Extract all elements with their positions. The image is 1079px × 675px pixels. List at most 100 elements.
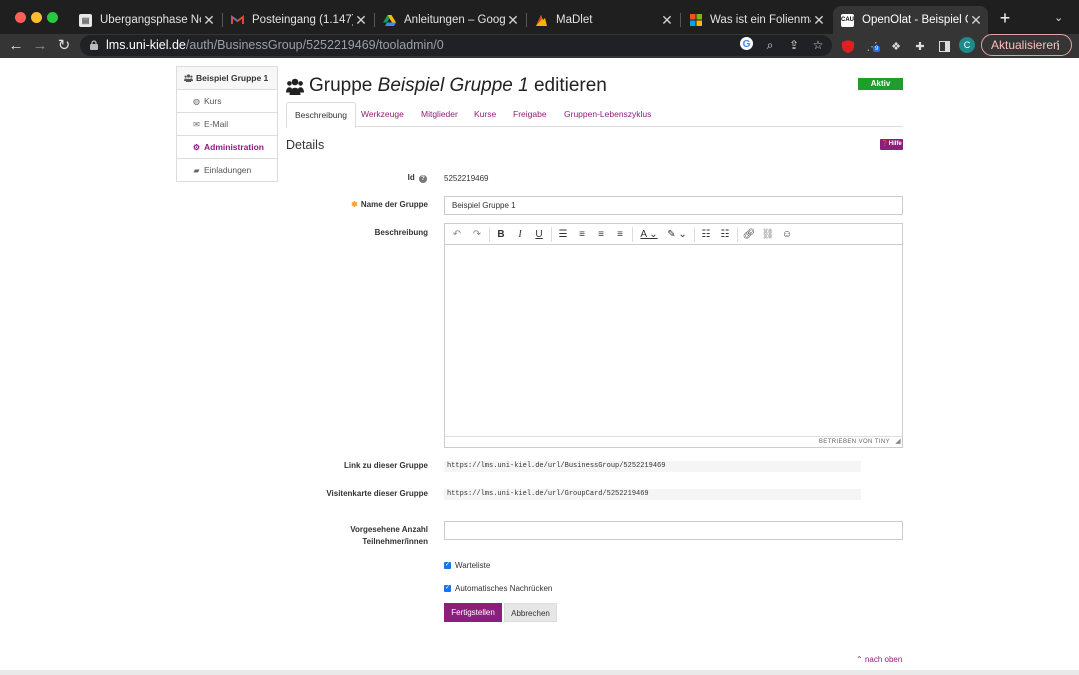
card-label: Visitenkarte dieser Gruppe	[326, 489, 428, 498]
sidebar-group-title[interactable]: Beispiel Gruppe 1	[177, 67, 277, 90]
autofill-checkbox[interactable]: ✓	[444, 585, 451, 592]
close-tab-icon[interactable]: ✕	[505, 12, 521, 29]
numbered-list-icon[interactable]: ☷	[718, 228, 732, 241]
cancel-button[interactable]: Abbrechen	[504, 603, 557, 622]
waitlist-checkbox[interactable]: ✓	[444, 562, 451, 569]
address-bar[interactable]: lms.uni-kiel.de/auth/BusinessGroup/52522…	[80, 35, 832, 56]
close-tab-icon[interactable]: ✕	[811, 12, 827, 29]
page-title: Gruppe Beispiel Gruppe 1 editieren	[286, 75, 607, 97]
italic-icon[interactable]: I	[513, 228, 527, 241]
dropbox-icon[interactable]: ❖	[888, 38, 904, 54]
toolbar-separator	[632, 227, 633, 242]
sidebar-item-einladungen[interactable]: ▰ Einladungen	[177, 159, 277, 182]
required-asterisk-icon: ✱	[351, 200, 358, 209]
extensions-puzzle-icon[interactable]: ✚	[912, 38, 928, 54]
browser-tab[interactable]: ▤ Übergangsphase Novem ✕	[71, 6, 221, 34]
close-tab-icon[interactable]: ✕	[201, 12, 217, 29]
envelope-icon: ✉	[193, 119, 200, 129]
toolbar-separator	[737, 227, 738, 242]
zoom-window-button[interactable]	[47, 12, 58, 23]
description-label: Beschreibung	[374, 228, 428, 237]
align-center-icon[interactable]: ≡	[594, 228, 608, 241]
update-button[interactable]: Aktualisieren ⋮	[981, 34, 1072, 56]
help-button[interactable]: ❓Hilfe	[880, 139, 903, 150]
info-icon[interactable]: ?	[419, 175, 427, 183]
cogs-icon: ⚙	[192, 142, 201, 152]
browser-tab[interactable]: Anleitungen – Google Dr ✕	[375, 6, 525, 34]
unlink-icon[interactable]: ⛓︎	[761, 228, 775, 241]
share-icon[interactable]: ⇪	[786, 37, 802, 53]
reload-icon[interactable]: ↻	[55, 37, 73, 55]
tab-freigabe[interactable]: Freigabe	[505, 102, 555, 127]
id-value: 5252219469	[444, 174, 489, 183]
underline-icon[interactable]: U	[532, 228, 546, 241]
cau-icon: CAU	[841, 13, 854, 27]
close-window-button[interactable]	[15, 12, 26, 23]
zoom-icon[interactable]: ⌕	[762, 37, 778, 53]
tab-beschreibung[interactable]: Beschreibung	[286, 102, 356, 128]
google-drive-icon	[383, 14, 396, 27]
align-right-icon[interactable]: ≡	[575, 228, 589, 241]
editor-toolbar: ↶ ↷ B I U ☰ ≡ ≡ ≡ A ⌄ ✎ ⌄ ☷ ☷ 🔗︎ ⛓︎ ☺	[445, 224, 902, 245]
lock-icon	[90, 40, 98, 50]
browser-tab[interactable]: Was ist ein Folienmaster ✕	[681, 6, 831, 34]
group-name-input[interactable]	[444, 196, 903, 215]
autofill-checkbox-row[interactable]: ✓ Automatisches Nachrücken	[444, 584, 552, 593]
close-tab-icon[interactable]: ✕	[968, 12, 984, 29]
text-color-icon[interactable]: A ⌄	[637, 228, 661, 241]
side-panel-icon[interactable]	[936, 38, 952, 54]
sidebar-item-kurs[interactable]: ◍ Kurs	[177, 90, 277, 113]
shield-extension-icon[interactable]	[840, 38, 856, 54]
toolbar-separator	[489, 227, 490, 242]
tab-mitglieder[interactable]: Mitglieder	[413, 102, 466, 127]
group-icon	[286, 78, 304, 95]
more-menu-icon[interactable]: ⋮	[1052, 35, 1064, 55]
group-link-value[interactable]: https://lms.uni-kiel.de/url/BusinessGrou…	[444, 461, 861, 472]
forward-arrow-icon[interactable]: →	[31, 37, 49, 55]
chevron-up-icon: ⌃	[856, 655, 863, 664]
help-icon: ❓	[881, 141, 889, 147]
microsoft-icon	[689, 14, 702, 27]
editor-statusbar: BETRIEBEN VON TINY ◢	[445, 436, 902, 447]
emoji-icon[interactable]: ☺	[780, 228, 794, 241]
close-tab-icon[interactable]: ✕	[659, 12, 675, 29]
undo-icon[interactable]: ↶	[450, 228, 464, 241]
sidebar-item-administration[interactable]: ⚙ Administration	[177, 136, 277, 159]
tab-werkzeuge[interactable]: Werkzeuge	[353, 102, 412, 127]
tab-bar: Beschreibung Werkzeuge Mitglieder Kurse …	[286, 102, 903, 128]
google-icon[interactable]: G	[738, 37, 754, 53]
waitlist-checkbox-row[interactable]: ✓ Warteliste	[444, 561, 490, 570]
group-icon	[184, 73, 193, 83]
align-left-icon[interactable]: ≡	[613, 228, 627, 241]
close-tab-icon[interactable]: ✕	[353, 12, 369, 29]
browser-tab[interactable]: MaDlet ✕	[527, 6, 679, 34]
browser-tab-active[interactable]: CAU OpenOlat - Beispiel Grup ✕	[833, 6, 988, 34]
bookmark-star-icon[interactable]: ☆	[810, 37, 826, 53]
highlight-color-icon[interactable]: ✎ ⌄	[665, 228, 689, 241]
tab-gruppen-lebenszyklus[interactable]: Gruppen-Lebenszyklus	[556, 102, 659, 127]
group-card-value[interactable]: https://lms.uni-kiel.de/url/GroupCard/52…	[444, 489, 861, 500]
extension-badge-icon[interactable]: ⋰ 9	[864, 38, 881, 54]
browser-toolbar: ← → ↻ lms.uni-kiel.de/auth/BusinessGroup…	[0, 34, 1079, 58]
back-arrow-icon[interactable]: ←	[7, 37, 25, 55]
participants-input[interactable]	[444, 521, 903, 540]
sidebar-item-email[interactable]: ✉ E-Mail	[177, 113, 277, 136]
description-editor: ↶ ↷ B I U ☰ ≡ ≡ ≡ A ⌄ ✎ ⌄ ☷ ☷ 🔗︎ ⛓︎ ☺ BE…	[444, 223, 903, 448]
gmail-icon	[231, 14, 244, 27]
submit-button[interactable]: Fertigstellen	[444, 603, 502, 622]
avatar[interactable]: C	[959, 37, 975, 53]
align-justify-icon[interactable]: ☰	[556, 228, 570, 241]
new-tab-icon[interactable]: +	[996, 8, 1014, 29]
browser-tab[interactable]: Posteingang (1.147) - cla ✕	[223, 6, 373, 34]
redo-icon[interactable]: ↷	[470, 228, 484, 241]
minimize-window-button[interactable]	[31, 12, 42, 23]
link-icon[interactable]: 🔗︎	[742, 228, 756, 241]
page-content: Beispiel Gruppe 1 ◍ Kurs ✉ E-Mail ⚙ Admi…	[0, 58, 1079, 670]
editor-content-area[interactable]	[445, 245, 902, 437]
bullet-list-icon[interactable]: ☷	[699, 228, 713, 241]
tab-search-chevron-icon[interactable]: ⌄	[1054, 11, 1063, 24]
bold-icon[interactable]: B	[494, 228, 508, 241]
back-to-top-link[interactable]: ⌃ nach oben	[856, 655, 902, 664]
tab-kurse[interactable]: Kurse	[466, 102, 504, 127]
resize-handle-icon[interactable]: ◢	[895, 437, 901, 447]
